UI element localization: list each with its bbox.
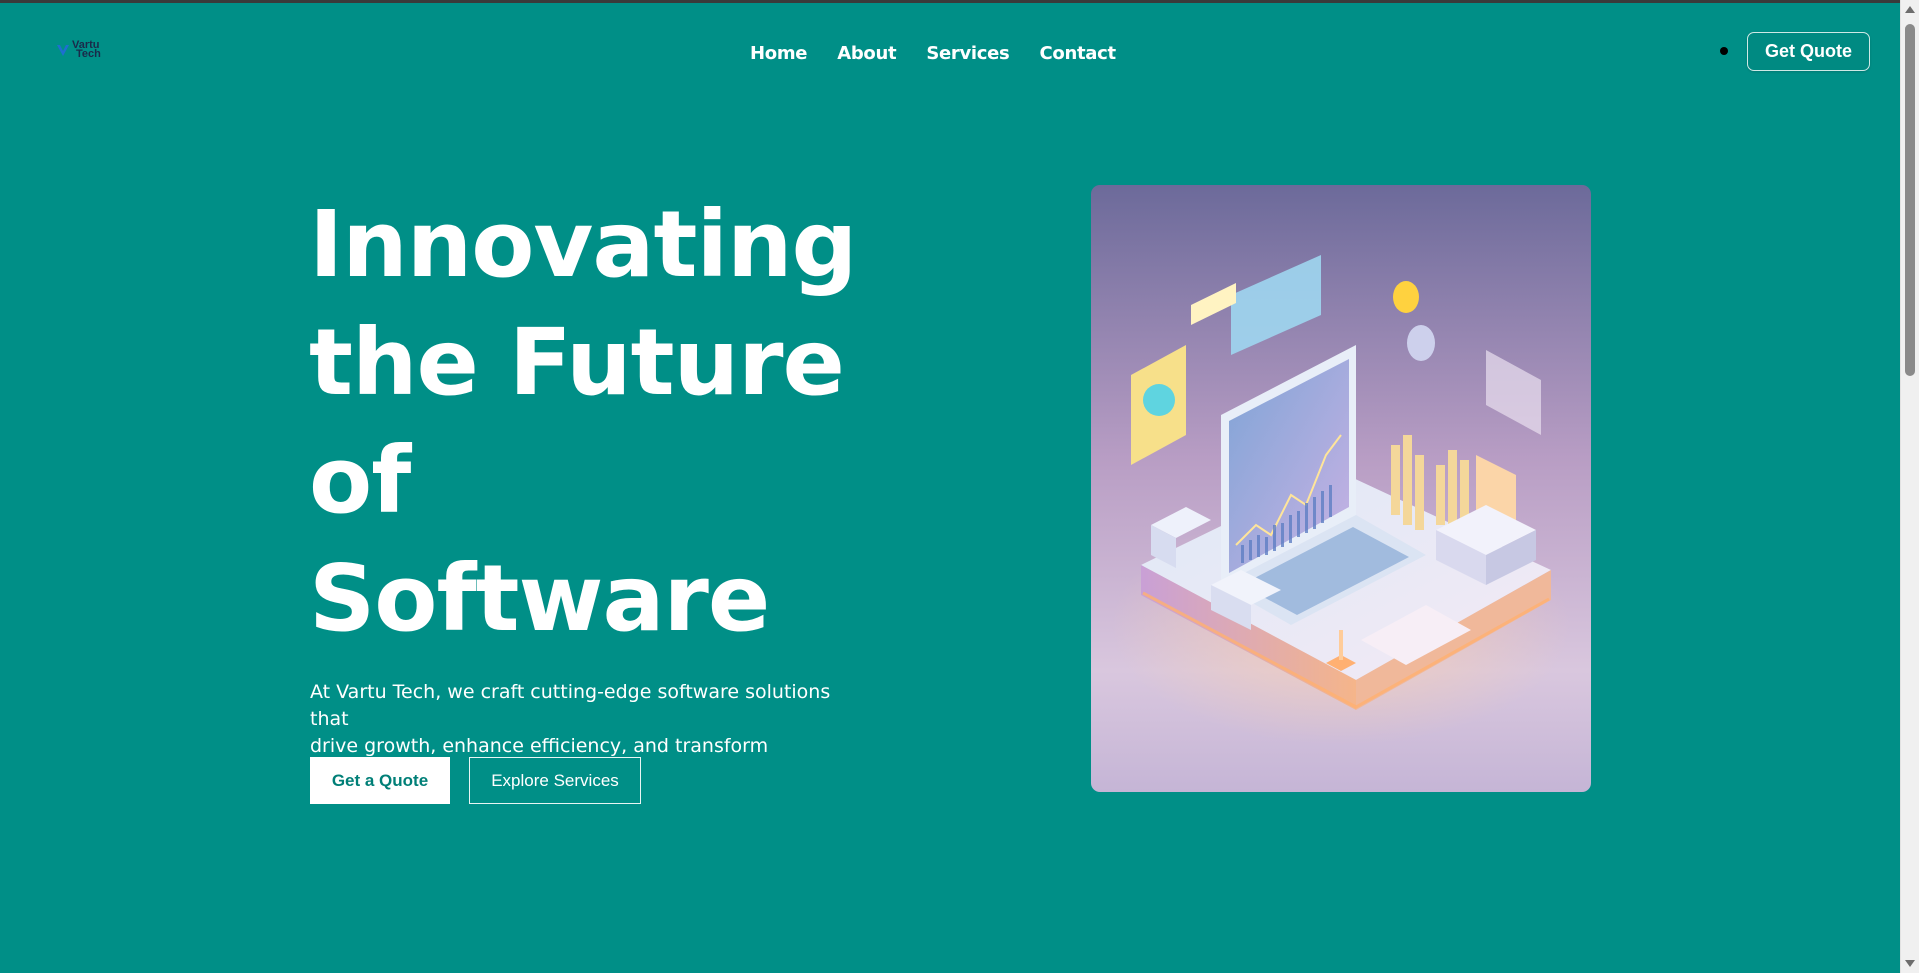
hero-illustration [1091, 185, 1591, 792]
hero-description-line1: At Vartu Tech, we craft cutting-edge sof… [310, 681, 831, 730]
scroll-down-arrow-icon[interactable] [1905, 960, 1915, 967]
logo[interactable]: Vartu Tech [56, 40, 101, 60]
logo-text-line2: Tech [76, 48, 101, 60]
nav-about[interactable]: About [837, 43, 896, 64]
nav-services[interactable]: Services [926, 43, 1009, 64]
explore-services-button[interactable]: Explore Services [469, 757, 641, 804]
theme-dot-icon[interactable] [1720, 47, 1728, 55]
main-nav: Home About Services Contact [750, 43, 1146, 64]
site-header: Vartu Tech Home About Services Contact G… [0, 3, 1900, 103]
logo-v-icon [56, 43, 70, 57]
scrollbar-thumb[interactable] [1905, 24, 1915, 376]
hero-title-line: Innovating [309, 191, 857, 298]
nav-contact[interactable]: Contact [1039, 43, 1116, 64]
vertical-scrollbar[interactable] [1900, 0, 1919, 973]
hero-title-line: of [309, 427, 411, 534]
get-a-quote-button[interactable]: Get a Quote [310, 757, 450, 804]
page: Vartu Tech Home About Services Contact G… [0, 0, 1900, 973]
hero-title: Innovating the Future of Software [309, 186, 857, 658]
hero-title-line: the Future [309, 309, 845, 416]
logo-text: Vartu Tech [72, 40, 101, 60]
scroll-up-arrow-icon[interactable] [1905, 6, 1915, 13]
hero-title-line: Software [309, 545, 770, 652]
nav-home[interactable]: Home [750, 43, 808, 64]
get-quote-button[interactable]: Get Quote [1747, 32, 1870, 71]
